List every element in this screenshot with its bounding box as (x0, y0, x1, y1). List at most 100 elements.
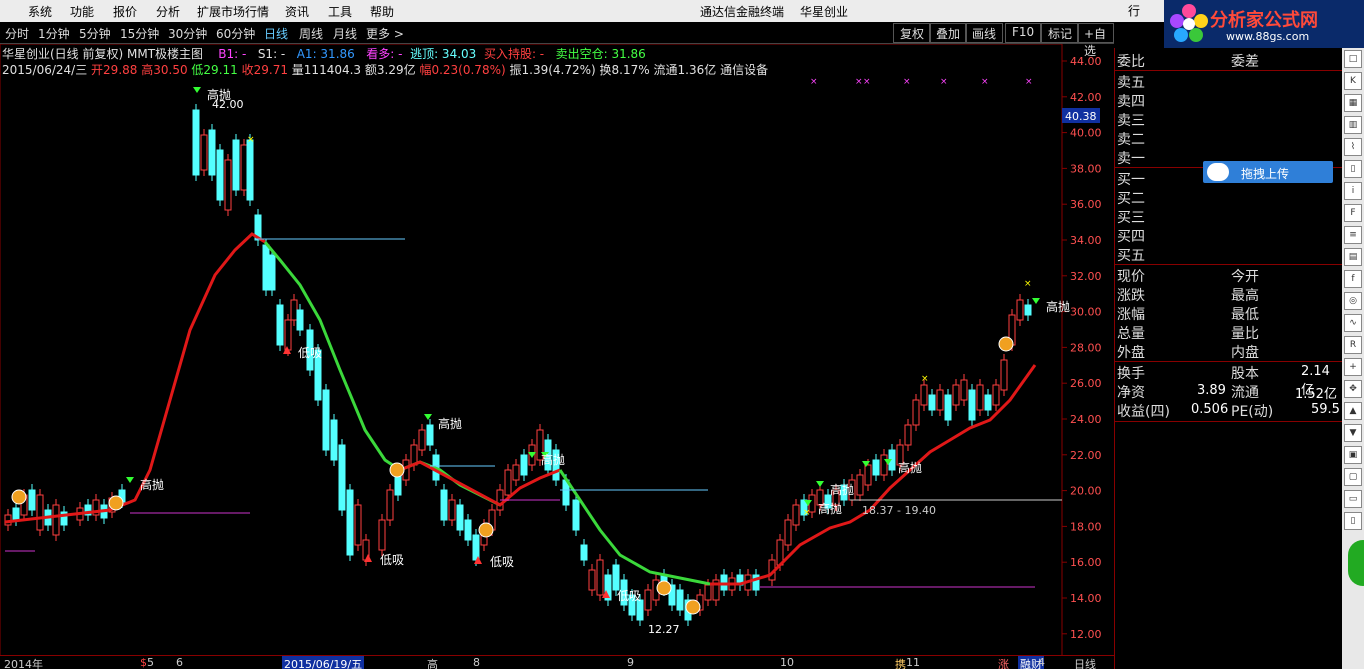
app-title: 通达信金融终端 (700, 5, 785, 19)
ask5-label: 卖五 (1117, 75, 1145, 91)
f10-icon[interactable]: F (1344, 204, 1362, 222)
period-more[interactable]: 更多 > (366, 25, 404, 42)
date-tick-selected: 2015/06/19/五 (282, 656, 365, 669)
candle-body (448, 499, 456, 521)
fx-icon[interactable]: f (1344, 270, 1362, 288)
ask3-label: 卖三 (1117, 113, 1145, 129)
date-tick: 6 (176, 656, 183, 669)
date-tick: 高 (427, 658, 438, 669)
price-label: 16.00 (1070, 556, 1102, 569)
period-weekly[interactable]: 周线 (299, 25, 323, 42)
period-intraday[interactable]: 分时 (5, 25, 29, 42)
table-icon[interactable]: ▤ (1344, 248, 1362, 266)
candle-body (572, 499, 580, 531)
date-tick: 10 (780, 656, 794, 669)
rsi-icon[interactable]: R (1344, 336, 1362, 354)
menu-help[interactable]: 帮助 (370, 3, 394, 20)
arrow-down-icon[interactable]: ▼ (1344, 424, 1362, 442)
period-label: 日线 (1074, 658, 1096, 669)
high-label: 最高 (1231, 288, 1259, 304)
menu-quote[interactable]: 报价 (113, 3, 137, 20)
candle-body (968, 389, 976, 421)
draw-line-button[interactable]: 画线 (965, 23, 1004, 43)
upload-button[interactable]: 拖拽上传 (1203, 161, 1333, 183)
list-icon[interactable]: ≡ (1344, 226, 1362, 244)
price-label: 14.00 (1070, 592, 1102, 605)
move-icon[interactable]: ✥ (1344, 380, 1362, 398)
x-mark-icon: × (903, 77, 911, 87)
candle-body (644, 589, 652, 611)
range-label: 18.37 - 19.40 (862, 504, 936, 517)
zoom-icon[interactable]: + (1344, 358, 1362, 376)
period-15min[interactable]: 15分钟 (120, 25, 159, 42)
grid-icon[interactable]: ▦ (1344, 94, 1362, 112)
sell-arrow-icon (126, 477, 134, 483)
bid3-label: 买三 (1117, 210, 1145, 226)
window-icon[interactable]: ▭ (1344, 490, 1362, 508)
indicator-header: 华星创业(日线 前复权) MMT极楼主图 B1: - S1: - A1: 31.… (2, 45, 646, 62)
wave-icon[interactable]: ∿ (1344, 314, 1362, 332)
f10-button[interactable]: F10 (1005, 23, 1042, 43)
menu-news[interactable]: 资讯 (285, 3, 309, 20)
flower-logo-icon (1170, 4, 1208, 42)
date-tick: 2014年 (4, 658, 43, 669)
compass-icon[interactable]: ◎ (1344, 292, 1362, 310)
overlay-button[interactable]: 叠加 (929, 23, 968, 43)
period-monthly[interactable]: 月线 (333, 25, 357, 42)
bid5-label: 买五 (1117, 248, 1145, 264)
candle-body (520, 454, 528, 476)
arrow-up-icon[interactable]: ▲ (1344, 402, 1362, 420)
square-icon[interactable]: □ (1344, 50, 1362, 68)
period-1min[interactable]: 1分钟 (38, 25, 70, 42)
candle-body (52, 504, 60, 536)
menu-function[interactable]: 功能 (70, 3, 94, 20)
candle-body (28, 489, 36, 511)
candle-icon[interactable]: ▯ (1344, 160, 1362, 178)
candle-body (636, 599, 644, 621)
buy-signal-icon (478, 522, 494, 538)
candle-body (426, 424, 434, 446)
info-icon[interactable]: i (1344, 182, 1362, 200)
candle-body (792, 504, 800, 526)
ask4-label: 卖四 (1117, 94, 1145, 110)
low-label: 最低 (1231, 307, 1259, 323)
period-60min[interactable]: 60分钟 (216, 25, 255, 42)
menu-tools[interactable]: 工具 (328, 3, 352, 20)
period-30min[interactable]: 30分钟 (168, 25, 207, 42)
menu-analysis[interactable]: 分析 (156, 3, 180, 20)
kline-chart[interactable]: 44.00 42.00 40.00 38.00 36.00 34.00 32.00 30.00… (0, 44, 1114, 656)
net-asset-label: 净资 (1117, 385, 1145, 401)
price-label: 30.00 (1070, 306, 1102, 319)
date-tick: 4 (1038, 656, 1045, 669)
x-mark-icon: × (1025, 77, 1033, 87)
bars-icon[interactable]: ▥ (1344, 116, 1362, 134)
pe-label: PE(动) (1231, 404, 1274, 420)
add-watchlist-button[interactable]: +自选 (1077, 23, 1114, 58)
buy-signal-icon (685, 599, 701, 615)
total-volume-label: 总量 (1117, 326, 1145, 342)
menu-system[interactable]: 系统 (28, 3, 52, 20)
divider (1115, 421, 1343, 422)
chart-icon[interactable]: ▣ (1344, 446, 1362, 464)
ma-red-line-2 (399, 460, 561, 507)
gaopao-label: 高抛 (1046, 299, 1070, 314)
adjust-button[interactable]: 复权 (893, 23, 932, 43)
panel-icon[interactable]: ▯ (1344, 512, 1362, 530)
window-menu-button[interactable]: 行 (1124, 0, 1144, 22)
buy-signal-icon (389, 462, 405, 478)
turnover-value: 换8.17% (599, 63, 650, 77)
candle-body (216, 149, 224, 201)
period-daily[interactable]: 日线 (264, 25, 288, 42)
doc-icon[interactable]: ▢ (1344, 468, 1362, 486)
x-mark-icon: × (863, 77, 871, 87)
candle-body (580, 544, 588, 561)
candle-body (612, 564, 620, 591)
float-ball-icon[interactable] (1348, 540, 1364, 586)
mark-button[interactable]: 标记 (1041, 23, 1080, 43)
menu-extended-market[interactable]: 扩展市场行情 (197, 3, 269, 20)
candle-body (224, 159, 232, 211)
period-5min[interactable]: 5分钟 (79, 25, 111, 42)
line-chart-icon[interactable]: ⌇ (1344, 138, 1362, 156)
gaopao-label: 高抛 (541, 452, 565, 467)
kline-icon[interactable]: K (1344, 72, 1362, 90)
